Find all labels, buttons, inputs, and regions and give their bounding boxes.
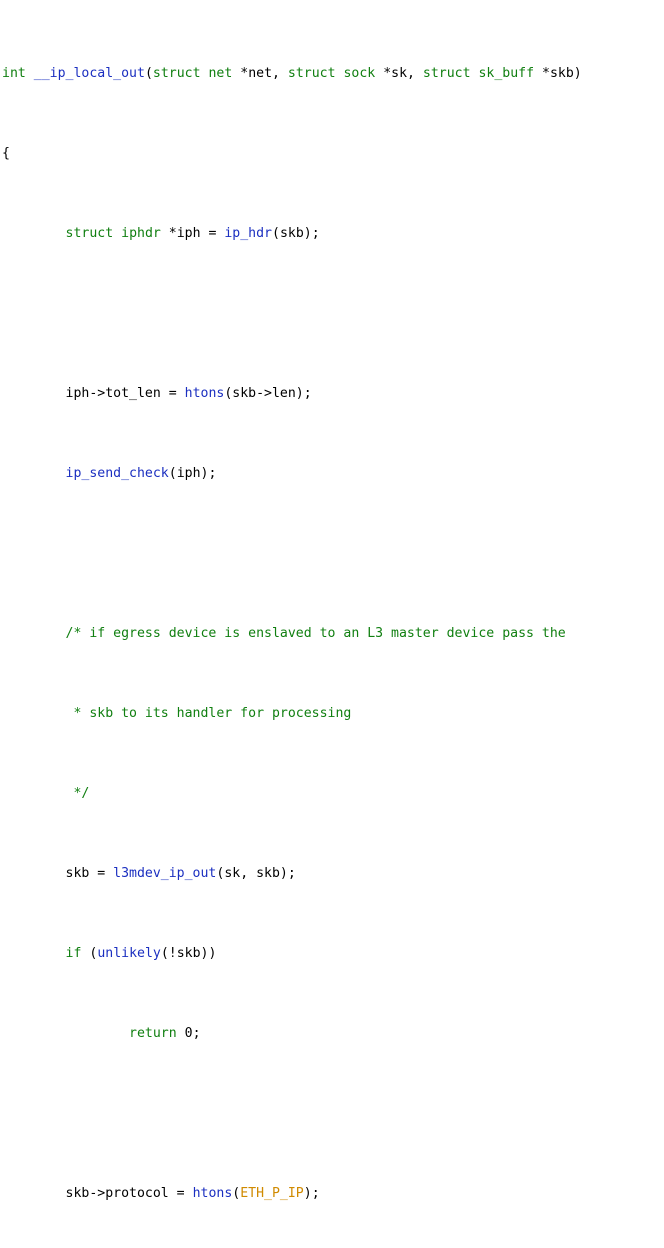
type-iphdr: iphdr — [121, 226, 161, 241]
keyword-if: if — [65, 946, 82, 961]
keyword-return: return — [129, 1026, 177, 1041]
code-line: { — [2, 146, 10, 161]
type-net: net — [208, 66, 233, 81]
keyword-struct: struct — [65, 226, 114, 241]
code-line: iph->tot_len = htons(skb->len); — [2, 386, 312, 401]
keyword-struct: struct — [422, 66, 471, 81]
function-call-ip_send_check: ip_send_check — [65, 466, 169, 481]
function-call-unlikely: unlikely — [97, 946, 161, 961]
function-call-htons: htons — [192, 1186, 233, 1201]
comment-text: /* if egress device is enslaved to an L3… — [2, 626, 566, 641]
code-line-comment: /* if egress device is enslaved to an L3… — [2, 624, 664, 644]
code-line: ip_send_check(iph); — [65, 466, 217, 481]
code-line: return 0; — [129, 1026, 201, 1041]
keyword-struct: struct — [287, 66, 336, 81]
function-call-htons: htons — [184, 386, 225, 401]
function-name-__ip_local_out: __ip_local_out — [33, 66, 145, 81]
code-editor-view[interactable]: int __ip_local_out(struct net *net, stru… — [0, 0, 664, 1201]
code-line: int __ip_local_out(struct net *net, stru… — [2, 66, 582, 81]
code-line: if (unlikely(!skb)) — [65, 946, 217, 961]
code-line: skb->protocol = htons(ETH_P_IP); — [2, 1186, 320, 1201]
type-sock: sock — [343, 66, 376, 81]
comment-text: */ — [2, 786, 90, 801]
function-call-l3mdev_ip_out: l3mdev_ip_out — [113, 866, 217, 881]
keyword-int: int — [2, 66, 26, 81]
code-line-comment: * skb to its handler for processing — [2, 704, 664, 724]
macro-ETH_P_IP: ETH_P_IP — [240, 1186, 304, 1201]
code-line: skb = l3mdev_ip_out(sk, skb); — [2, 866, 296, 881]
code-line: struct iphdr *iph = ip_hdr(skb); — [65, 226, 320, 241]
function-call-ip_hdr: ip_hdr — [224, 226, 272, 241]
comment-text: * skb to its handler for processing — [2, 706, 352, 721]
code-line-comment: */ — [2, 784, 664, 804]
keyword-struct: struct — [152, 66, 201, 81]
type-sk_buff: sk_buff — [478, 66, 535, 81]
